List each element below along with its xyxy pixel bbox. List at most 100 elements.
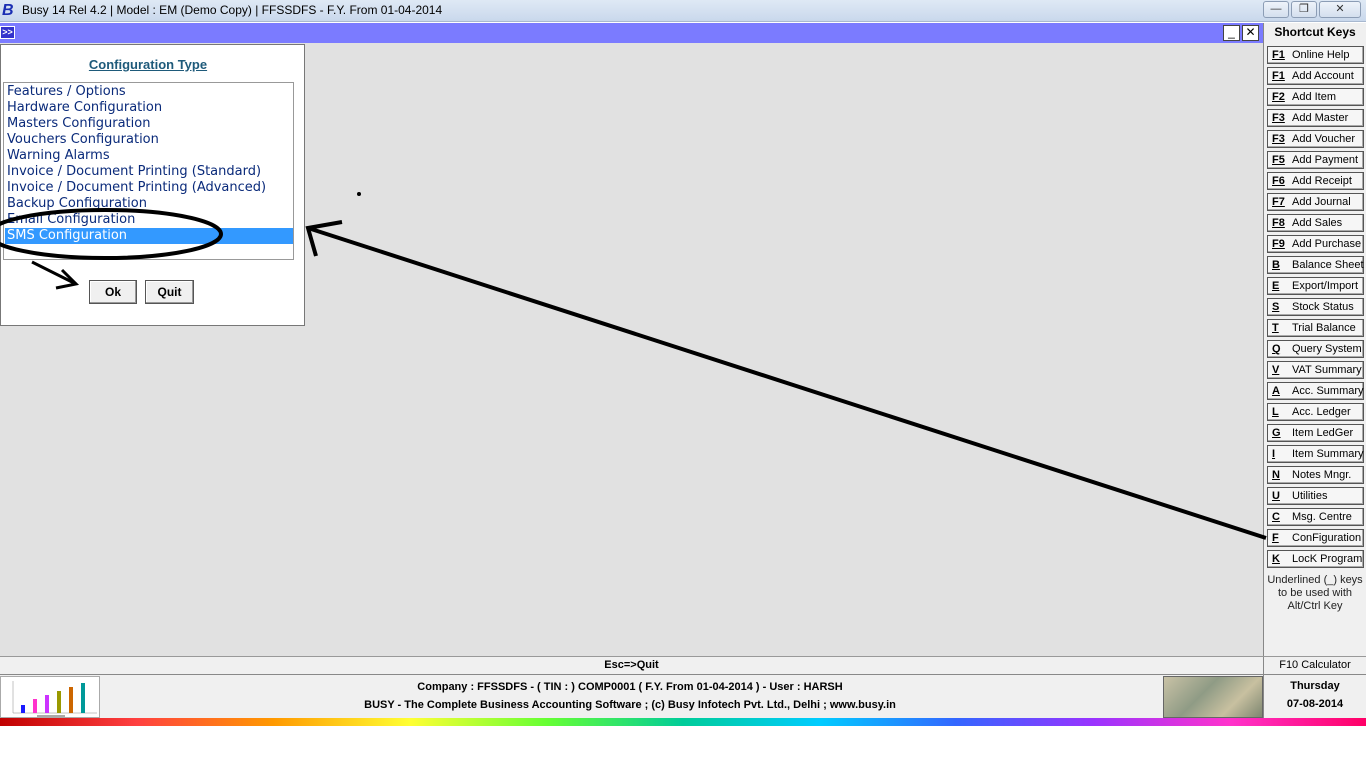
list-item[interactable]: Warning Alarms <box>5 148 293 164</box>
quit-button[interactable]: Quit <box>145 280 194 304</box>
shortcut-key: F2 <box>1272 91 1285 103</box>
window-title: Busy 14 Rel 4.2 | Model : EM (Demo Copy)… <box>22 3 443 17</box>
shortcut-button-add-voucher[interactable]: F3 Add Voucher <box>1267 130 1364 148</box>
shortcut-button-notes-mngr[interactable]: N Notes Mngr. <box>1267 466 1364 484</box>
shortcut-button-add-item[interactable]: F2 Add Item <box>1267 88 1364 106</box>
list-item[interactable]: Features / Options <box>5 84 293 100</box>
shortcut-label: LocK Program <box>1292 553 1363 565</box>
shortcut-key: V <box>1272 364 1280 376</box>
ok-button[interactable]: Ok <box>89 280 137 304</box>
taskbar-area <box>0 726 1366 768</box>
shortcut-label: Item Summary <box>1292 448 1364 460</box>
esc-quit-hint[interactable]: Esc=>Quit <box>0 659 1263 671</box>
shortcut-button-configuration[interactable]: F ConFiguration <box>1267 529 1364 547</box>
shortcut-key: F3 <box>1272 133 1285 145</box>
shortcut-key: F1 <box>1272 70 1285 82</box>
shortcut-key: L <box>1272 406 1279 418</box>
shortcut-button-utilities[interactable]: U Utilities <box>1267 487 1364 505</box>
list-item[interactable]: Backup Configuration <box>5 196 293 212</box>
shortcut-button-trial-balance[interactable]: T Trial Balance <box>1267 319 1364 337</box>
shortcut-label: Add Master <box>1292 112 1349 124</box>
shortcut-key: Q <box>1272 343 1281 355</box>
currency-image-icon <box>1163 676 1263 718</box>
shortcut-key: B <box>1272 259 1280 271</box>
list-item[interactable]: Invoice / Document Printing (Standard) <box>5 164 293 180</box>
close-button[interactable]: ✕ <box>1319 1 1361 18</box>
shortcut-key: F6 <box>1272 175 1285 187</box>
shortcut-label: Acc. Summary <box>1292 385 1364 397</box>
shortcut-key: F9 <box>1272 238 1285 250</box>
status-bar: Esc=>Quit F10 Calculator <box>0 656 1366 674</box>
shortcut-key: C <box>1272 511 1280 523</box>
shortcut-button-add-purchase[interactable]: F9 Add Purchase <box>1267 235 1364 253</box>
shortcut-label: Add Purchase <box>1292 238 1362 250</box>
expand-button[interactable]: >> <box>0 26 15 39</box>
shortcut-button-acc-ledger[interactable]: L Acc. Ledger <box>1267 403 1364 421</box>
shortcut-key: G <box>1272 427 1281 439</box>
shortcut-button-vat-summary[interactable]: V VAT Summary <box>1267 361 1364 379</box>
shortcut-button-online-help[interactable]: F1 Online Help <box>1267 46 1364 64</box>
rainbow-divider <box>0 718 1366 726</box>
shortcut-label: Add Sales <box>1292 217 1343 229</box>
shortcut-button-stock-status[interactable]: S Stock Status <box>1267 298 1364 316</box>
company-info: Company : FFSSDFS - ( TIN : ) COMP0001 (… <box>417 681 843 693</box>
shortcut-panel: Shortcut Keys F1 Online Help F1 Add Account… <box>1263 23 1366 656</box>
chart-thumbnail-icon <box>0 676 100 718</box>
shortcut-button-add-payment[interactable]: F5 Add Payment <box>1267 151 1364 169</box>
shortcut-button-export-import[interactable]: E Export/Import <box>1267 277 1364 295</box>
shortcut-label: VAT Summary <box>1292 364 1362 376</box>
shortcut-key: K <box>1272 553 1280 565</box>
shortcut-label: Add Receipt <box>1292 175 1352 187</box>
shortcut-label: Balance Sheet <box>1292 259 1364 271</box>
shortcut-button-msg-centre[interactable]: C Msg. Centre <box>1267 508 1364 526</box>
shortcut-key: T <box>1272 322 1279 334</box>
minimize-button[interactable]: — <box>1263 1 1289 18</box>
shortcut-button-balance-sheet[interactable]: B Balance Sheet <box>1267 256 1364 274</box>
calculator-hint[interactable]: F10 Calculator <box>1263 657 1366 674</box>
shortcut-key: F1 <box>1272 49 1285 61</box>
shortcut-button-item-summary[interactable]: I Item Summary <box>1267 445 1364 463</box>
shortcut-key: E <box>1272 280 1280 292</box>
shortcut-label: Add Journal <box>1292 196 1351 208</box>
info-footer: Company : FFSSDFS - ( TIN : ) COMP0001 (… <box>0 674 1366 719</box>
shortcut-button-add-sales[interactable]: F8 Add Sales <box>1267 214 1364 232</box>
shortcut-label: Item LedGer <box>1292 427 1354 439</box>
shortcut-label: Add Item <box>1292 91 1337 103</box>
configuration-dialog: Configuration Type Features / Options Ha… <box>0 44 305 326</box>
restore-button[interactable]: ❐ <box>1291 1 1317 18</box>
list-item[interactable]: Masters Configuration <box>5 116 293 132</box>
shortcut-button-lock-program[interactable]: K LocK Program <box>1267 550 1364 568</box>
shortcut-key: I <box>1272 448 1276 460</box>
child-window-bar: >> _ ✕ <box>0 23 1263 43</box>
shortcut-button-add-account[interactable]: F1 Add Account <box>1267 67 1364 85</box>
busy-logo-icon: B <box>2 2 14 19</box>
shortcut-key: F5 <box>1272 154 1285 166</box>
list-item[interactable]: Vouchers Configuration <box>5 132 293 148</box>
shortcut-button-add-master[interactable]: F3 Add Master <box>1267 109 1364 127</box>
shortcut-label: Acc. Ledger <box>1292 406 1351 418</box>
shortcut-key: F <box>1272 532 1279 544</box>
child-minimize-button[interactable]: _ <box>1223 25 1240 41</box>
list-item-selected[interactable]: SMS Configuration <box>5 228 293 244</box>
list-item[interactable]: Email Configuration <box>5 212 293 228</box>
list-item[interactable]: Hardware Configuration <box>5 100 293 116</box>
shortcut-label: Utilities <box>1292 490 1328 502</box>
list-item[interactable]: Invoice / Document Printing (Advanced) <box>5 180 293 196</box>
shortcut-header: Shortcut Keys <box>1274 25 1356 39</box>
shortcut-button-add-journal[interactable]: F7 Add Journal <box>1267 193 1364 211</box>
shortcut-label: Export/Import <box>1292 280 1359 292</box>
shortcut-label: Msg. Centre <box>1292 511 1352 523</box>
shortcut-key: F3 <box>1272 112 1285 124</box>
shortcut-button-acc-summary[interactable]: A Acc. Summary <box>1267 382 1364 400</box>
shortcut-button-query-system[interactable]: Q Query System <box>1267 340 1364 358</box>
shortcut-label: Query System <box>1292 343 1362 355</box>
shortcut-button-item-ledger[interactable]: G Item LedGer <box>1267 424 1364 442</box>
shortcut-key: U <box>1272 490 1280 502</box>
configuration-type-list[interactable]: Features / Options Hardware Configuratio… <box>3 82 294 260</box>
shortcut-label: Trial Balance <box>1292 322 1356 334</box>
shortcut-key: S <box>1272 301 1280 313</box>
date-label: 07-08-2014 <box>1286 698 1344 710</box>
shortcut-button-add-receipt[interactable]: F6 Add Receipt <box>1267 172 1364 190</box>
child-close-button[interactable]: ✕ <box>1242 25 1259 41</box>
shortcut-note: Underlined (_) keys to be used with Alt/… <box>1267 574 1363 612</box>
